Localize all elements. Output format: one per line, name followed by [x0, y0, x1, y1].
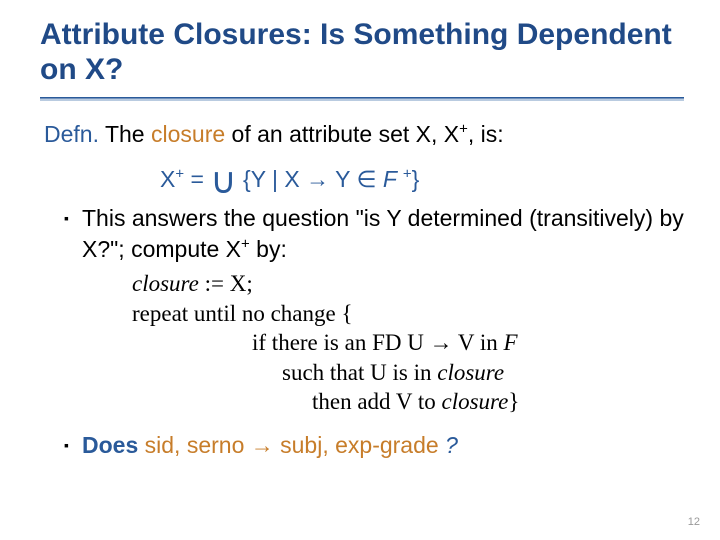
algo-l3c: F	[504, 330, 518, 355]
bullet-1: ▪ This answers the question "is Y determ…	[64, 203, 684, 265]
defn-text-2: of an attribute set X, X	[225, 121, 459, 147]
formula-setopen: {Y | X	[237, 166, 306, 192]
q-a: sid, serno	[145, 432, 251, 458]
formula-lhs: X	[160, 166, 175, 192]
algo-l1-rest: := X;	[199, 271, 253, 296]
bullet-2: ▪ Does sid, serno → subj, exp-grade ?	[64, 430, 684, 461]
formula-F: F	[376, 166, 402, 192]
defn-closure-word: closure	[151, 121, 225, 147]
q-arrow: →	[251, 432, 274, 458]
algo-l5c: }	[508, 389, 519, 414]
defn-text-3: , is:	[468, 121, 504, 147]
formula-F-sup: +	[403, 165, 412, 182]
algorithm-block: closure := X; repeat until no change { i…	[132, 269, 684, 416]
formula-arrow1: →	[306, 166, 329, 192]
algo-l1: closure := X;	[132, 269, 684, 298]
algo-l3b: V in	[453, 330, 504, 355]
does-label: Does	[82, 432, 145, 458]
algo-l3a: if there is an FD U	[252, 330, 430, 355]
algo-l4a: such that U is in	[282, 360, 437, 385]
formula-elem: ∈	[356, 166, 376, 192]
formula-lhs-sup: +	[175, 165, 184, 182]
bullet-1-body: This answers the question "is Y determin…	[82, 203, 684, 265]
defn-label: Defn.	[44, 121, 99, 147]
algo-l5: then add V to closure}	[312, 387, 684, 416]
bullet-marker-2: ▪	[64, 430, 82, 461]
bullet-2-body: Does sid, serno → subj, exp-grade ?	[82, 430, 684, 461]
bullet-marker: ▪	[64, 203, 82, 265]
bullet1-text-a: This answers the question "is Y determin…	[82, 205, 684, 262]
page-number: 12	[688, 516, 700, 528]
question-text: sid, serno → subj, exp-grade	[145, 432, 445, 458]
big-union-icon: ∪	[210, 171, 236, 193]
algo-l5a: then add V to	[312, 389, 441, 414]
question-mark: ?	[445, 432, 458, 458]
defn-text-1: The	[105, 121, 151, 147]
algo-l5b: closure	[441, 389, 508, 414]
bullet1-text-b: by:	[250, 236, 287, 262]
formula-close: }	[412, 166, 420, 192]
formula-eq: =	[184, 166, 210, 192]
slide-body: Defn. The closure of an attribute set X,…	[40, 119, 684, 461]
slide-title: Attribute Closures: Is Something Depende…	[40, 18, 684, 87]
algo-l3: if there is an FD U → V in F	[252, 328, 684, 357]
bullet1-sup: +	[241, 235, 250, 252]
algo-l4b: closure	[437, 360, 504, 385]
algo-l4: such that U is in closure	[282, 358, 684, 387]
algo-l3-arrow: →	[430, 330, 453, 355]
algo-l2: repeat until no change {	[132, 299, 684, 328]
closure-formula: X+ = ∪ {Y | X → Y ∈ F +}	[160, 164, 684, 195]
formula-mid: Y	[329, 166, 356, 192]
title-rule	[40, 97, 684, 101]
definition-line: Defn. The closure of an attribute set X,…	[44, 119, 684, 150]
q-b: subj, exp-grade	[274, 432, 439, 458]
algo-l1-closure: closure	[132, 271, 199, 296]
defn-sup-plus: +	[459, 120, 468, 137]
